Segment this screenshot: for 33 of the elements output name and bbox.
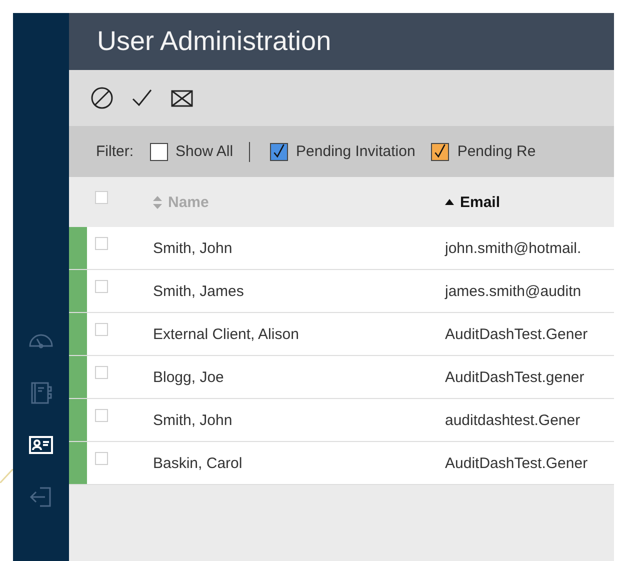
name-cell-text: Blogg, Joe — [153, 368, 225, 386]
leader-line — [0, 469, 13, 483]
name-cell-text: Smith, John — [153, 412, 234, 428]
email-cell-text: AuditDashTest.Gener — [445, 326, 589, 342]
page-title: User Administration — [97, 26, 332, 57]
name-cell-text: External Client, Alison — [153, 326, 300, 342]
filter-checkbox[interactable] — [270, 142, 288, 160]
column-header[interactable]: Email — [445, 194, 500, 210]
row-checkbox[interactable] — [95, 408, 108, 422]
name-cell-text: Baskin, Carol — [153, 454, 244, 472]
sort-up-icon — [445, 199, 454, 205]
filter-label: Filter: — [96, 143, 134, 160]
row-checkbox[interactable] — [95, 366, 108, 378]
email-cell-text: john.smith@hotmail. — [445, 240, 582, 256]
row-checkbox[interactable] — [95, 322, 108, 336]
filter-label[interactable]: Pending Invitation — [296, 143, 416, 160]
row-checkbox[interactable] — [95, 280, 108, 292]
row-checkbox[interactable] — [95, 452, 108, 464]
toolbar-button[interactable] — [89, 85, 115, 111]
sort-icon — [153, 196, 162, 208]
name-cell-text: Smith, James — [153, 282, 245, 300]
block-icon — [89, 85, 115, 111]
name-cell-text: Smith, John — [153, 240, 234, 256]
row-checkbox[interactable] — [95, 236, 108, 250]
filter-label[interactable]: Show All — [176, 143, 234, 160]
email-cell-text: james.smith@auditn — [445, 282, 582, 300]
email-cell-text: AuditDashTest.gener — [445, 368, 586, 386]
filter-checkbox[interactable] — [431, 142, 450, 160]
filter-label[interactable]: Pending Re — [457, 143, 536, 160]
filter-checkbox[interactable] — [150, 142, 168, 160]
select-all-checkbox[interactable] — [95, 190, 108, 204]
email-cell-text: AuditDashTest.Gener — [445, 454, 589, 472]
email-cell-text: auditdashtest.Gener — [445, 412, 582, 428]
